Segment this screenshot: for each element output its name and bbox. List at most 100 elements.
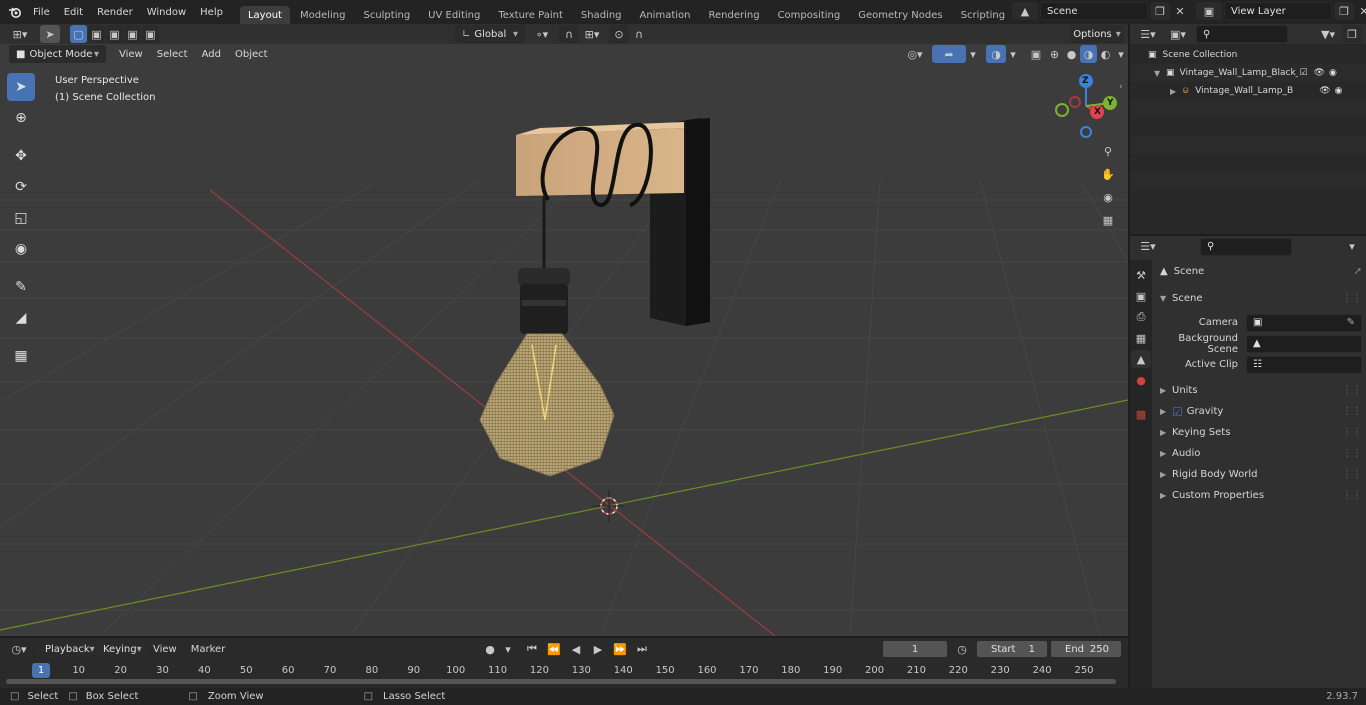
add-cube-tool-icon[interactable]: ▦ [7, 342, 35, 370]
select-tool-icon[interactable]: ➤ [40, 25, 60, 43]
expand-right-icon[interactable]: ▶ [1160, 428, 1172, 437]
eye-icon[interactable]: 👁 [1319, 86, 1330, 96]
outliner-item-collection[interactable]: ▼ ▣ Vintage_Wall_Lamp_Black_w ☑ 👁 ◉ [1130, 64, 1366, 82]
pin-icon[interactable]: ➚ [1354, 266, 1362, 277]
menu-file[interactable]: File [26, 0, 57, 24]
proportional-falloff-icon[interactable]: ∩ [629, 25, 649, 43]
drag-handle-icon[interactable]: ⋮⋮ [1342, 406, 1362, 417]
timeline-scrollbar[interactable] [6, 679, 1116, 684]
outliner-search-input[interactable]: ⚲ [1196, 25, 1288, 43]
expand-right-icon[interactable]: ▶ [1160, 491, 1172, 500]
section-gravity[interactable]: ▶ ☑ Gravity ⋮⋮ [1156, 401, 1362, 422]
overlays-dropdown-icon[interactable]: ▾ [1006, 45, 1020, 63]
blender-logo-icon[interactable] [4, 3, 26, 21]
shading-dropdown-icon[interactable]: ▾ [1114, 45, 1128, 63]
gizmo-dropdown-icon[interactable]: ▾ [966, 45, 980, 63]
gravity-checkbox[interactable]: ☑ [1172, 405, 1183, 419]
menu-render[interactable]: Render [90, 0, 140, 24]
pivot-point-icon[interactable]: ∘▾ [529, 25, 555, 43]
scene-panel-header[interactable]: ▼ Scene ⋮⋮ [1156, 288, 1362, 309]
tab-scripting[interactable]: Scripting [953, 6, 1013, 24]
select-mode-intersect-icon[interactable]: ▣ [142, 25, 159, 43]
drag-handle-icon[interactable]: ⋮⋮ [1342, 427, 1362, 438]
drag-handle-icon[interactable]: ⋮⋮ [1342, 490, 1362, 501]
editor-type-icon[interactable]: ⊞▾ [6, 25, 34, 43]
drag-handle-icon[interactable]: ⋮⋮ [1342, 293, 1362, 304]
view-menu[interactable]: View [112, 44, 150, 64]
new-collection-icon[interactable]: ❐ [1342, 25, 1362, 43]
select-mode-extend-icon[interactable]: ▣ [88, 25, 105, 43]
expand-right-icon[interactable]: ▶ [1160, 386, 1172, 395]
xray-toggle-icon[interactable]: ▣ [1026, 45, 1046, 63]
section-keying-sets[interactable]: ▶ Keying Sets ⋮⋮ [1156, 422, 1362, 443]
outliner-scene-collection[interactable]: ▣ Scene Collection [1130, 46, 1366, 64]
texture-tab-icon[interactable]: ▩ [1131, 405, 1151, 423]
select-menu[interactable]: Select [150, 44, 195, 64]
zoom-icon[interactable]: ⚲ [1098, 142, 1118, 160]
shading-wireframe-icon[interactable]: ⊕ [1046, 45, 1063, 63]
tab-shading[interactable]: Shading [573, 6, 630, 24]
select-mode-new-icon[interactable]: ▢ [70, 25, 87, 43]
scale-tool-icon[interactable]: ◱ [7, 204, 35, 232]
object-mode-dropdown[interactable]: ■ Object Mode ▾ [9, 45, 106, 63]
tab-sculpting[interactable]: Sculpting [355, 6, 418, 24]
scene-selector-icon[interactable]: ▲ [1012, 2, 1038, 20]
drag-handle-icon[interactable]: ⋮⋮ [1342, 469, 1362, 480]
rotate-tool-icon[interactable]: ⟳ [7, 173, 35, 201]
shading-material-icon[interactable]: ◑ [1080, 45, 1097, 63]
expand-right-icon[interactable]: ▶ [1170, 87, 1182, 96]
background-scene-field[interactable]: ▲ [1246, 334, 1362, 353]
pan-hand-icon[interactable]: ✋ [1098, 165, 1118, 183]
menu-help[interactable]: Help [193, 0, 230, 24]
expand-down-icon[interactable]: ▼ [1160, 294, 1172, 303]
menu-window[interactable]: Window [140, 0, 193, 24]
cursor-tool-icon[interactable]: ⊕ [7, 104, 35, 132]
world-tab-icon[interactable]: ● [1131, 371, 1151, 389]
outliner-editor-type-icon[interactable]: ☰▾ [1134, 25, 1162, 43]
measure-tool-icon[interactable]: ◢ [7, 304, 35, 332]
camera-render-icon[interactable]: ◉ [1329, 68, 1337, 78]
view-layer-selector-icon[interactable]: ▣ [1196, 2, 1222, 20]
expand-down-icon[interactable]: ▼ [1154, 69, 1166, 78]
visibility-icon[interactable]: ◎▾ [902, 45, 928, 63]
delete-view-layer-icon[interactable]: ✕ [1354, 2, 1366, 20]
eyedropper-icon[interactable]: ✎ [1347, 317, 1355, 328]
select-mode-subtract-icon[interactable]: ▣ [106, 25, 123, 43]
outliner-filter-icon[interactable]: ▼▾ [1314, 25, 1342, 43]
add-menu[interactable]: Add [195, 44, 228, 64]
move-tool-icon[interactable]: ✥ [7, 142, 35, 170]
new-scene-icon[interactable]: ❐ [1150, 2, 1170, 20]
shading-solid-icon[interactable]: ● [1063, 45, 1080, 63]
sidebar-toggle-icon[interactable]: ‹ [1119, 82, 1123, 92]
snap-target-icon[interactable]: ⊞▾ [579, 25, 605, 43]
properties-options-icon[interactable]: ▾ [1342, 238, 1362, 256]
tab-texture-paint[interactable]: Texture Paint [490, 6, 571, 24]
expand-right-icon[interactable]: ▶ [1160, 470, 1172, 479]
exclude-checkbox-icon[interactable]: ☑ [1300, 68, 1308, 78]
scene-tab-icon[interactable]: ▲ [1131, 350, 1151, 368]
view-layer-tab-icon[interactable]: ▦ [1131, 329, 1151, 347]
snap-toggle-icon[interactable]: ∩ [559, 25, 579, 43]
expand-right-icon[interactable]: ▶ [1160, 407, 1172, 416]
section-audio[interactable]: ▶ Audio ⋮⋮ [1156, 443, 1362, 464]
select-box-tool-icon[interactable]: ➤ [7, 73, 35, 101]
expand-right-icon[interactable]: ▶ [1160, 449, 1172, 458]
outliner-display-mode-icon[interactable]: ▣▾ [1164, 25, 1192, 43]
active-clip-field[interactable]: ☷ [1246, 355, 1362, 374]
properties-search-input[interactable]: ⚲ [1200, 237, 1292, 256]
transform-orientation-dropdown[interactable]: ∟ Global ▾ [455, 25, 525, 43]
tab-geometry-nodes[interactable]: Geometry Nodes [850, 6, 950, 24]
render-tab-icon[interactable]: ▣ [1131, 287, 1151, 305]
menu-edit[interactable]: Edit [57, 0, 90, 24]
properties-editor-type-icon[interactable]: ☰▾ [1134, 238, 1162, 256]
camera-render-icon[interactable]: ◉ [1335, 86, 1343, 96]
scene-name-field[interactable]: Scene [1040, 2, 1148, 20]
perspective-toggle-icon[interactable]: ▦ [1098, 211, 1118, 229]
section-units[interactable]: ▶ Units ⋮⋮ [1156, 380, 1362, 401]
annotate-tool-icon[interactable]: ✎ [7, 273, 35, 301]
proportional-edit-icon[interactable]: ⊙ [609, 25, 629, 43]
transform-tool-icon[interactable]: ◉ [7, 235, 35, 263]
delete-scene-icon[interactable]: ✕ [1170, 2, 1190, 20]
shading-rendered-icon[interactable]: ◐ [1097, 45, 1114, 63]
camera-field[interactable]: ▣ ✎ [1246, 313, 1362, 332]
